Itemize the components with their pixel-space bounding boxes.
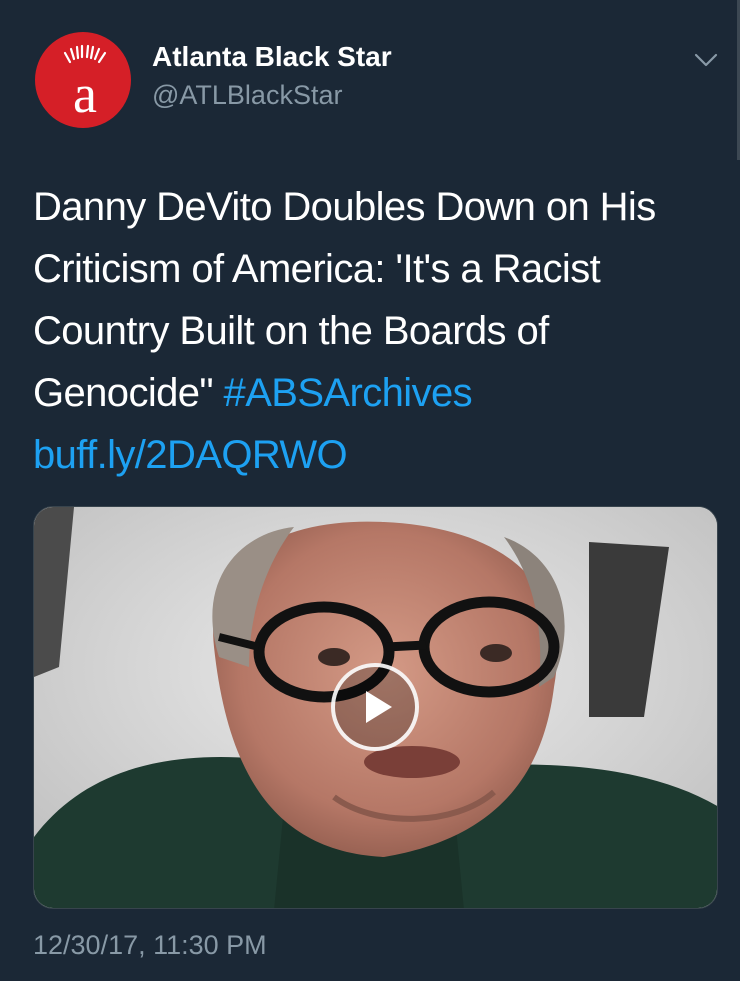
avatar-letter: a — [73, 64, 97, 124]
tweet-text: Danny DeVito Doubles Down on His Critici… — [33, 176, 713, 486]
chevron-down-icon[interactable] — [690, 48, 722, 72]
play-icon — [366, 691, 392, 723]
display-name[interactable]: Atlanta Black Star — [152, 41, 392, 73]
hashtag-link[interactable]: #ABSArchives — [224, 371, 473, 415]
video-thumbnail[interactable] — [33, 506, 718, 909]
avatar[interactable]: a — [33, 30, 133, 130]
timestamp[interactable]: 12/30/17, 11:30 PM — [33, 930, 267, 961]
user-handle[interactable]: @ATLBlackStar — [152, 80, 342, 111]
url-link[interactable]: buff.ly/2DAQRWO — [33, 433, 348, 477]
atlanta-black-star-logo-icon: a — [63, 44, 107, 124]
tweet-card: a Atlanta Black Star @ATLBlackStar Danny… — [0, 0, 740, 981]
play-button[interactable] — [331, 663, 419, 751]
